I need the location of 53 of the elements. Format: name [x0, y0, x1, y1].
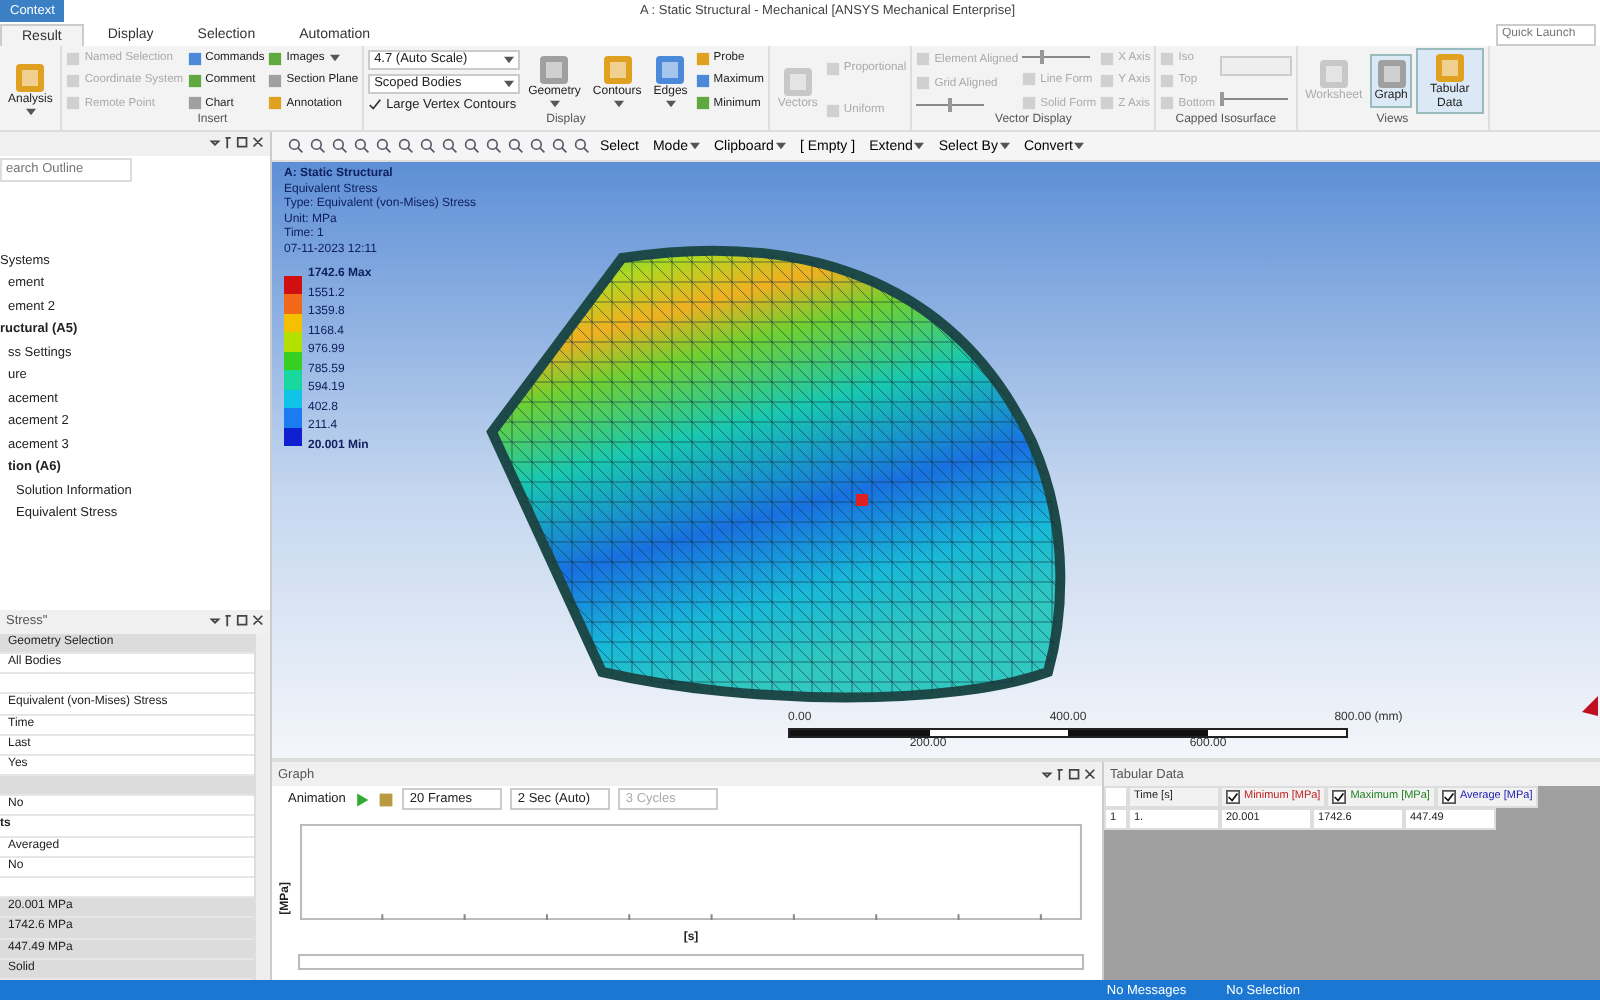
magnifier-icon[interactable]: [310, 138, 326, 154]
magnifier-icon[interactable]: [486, 138, 502, 154]
caret-icon: [999, 142, 1010, 150]
tool-icon: [1433, 52, 1466, 84]
axis-triad-icon: [1582, 696, 1598, 716]
tool-icon: [781, 66, 814, 99]
caret-icon: [504, 79, 515, 88]
tool-icon: [1317, 58, 1350, 91]
caret-icon: [613, 99, 624, 108]
magnifier-icon[interactable]: [332, 138, 348, 154]
stop-icon[interactable]: [377, 791, 394, 807]
tool-icon: [654, 54, 687, 87]
caret-icon: [666, 99, 677, 108]
caret-icon: [26, 107, 37, 116]
checkmark-icon: [368, 98, 383, 113]
tool-icon: [601, 54, 634, 87]
caret-icon: [330, 54, 341, 63]
timeline-track[interactable]: [298, 954, 1084, 970]
caret-icon: [550, 99, 561, 108]
magnifier-icon[interactable]: [288, 138, 304, 154]
magnifier-icon[interactable]: [508, 138, 524, 154]
caret-icon: [914, 142, 925, 150]
slider[interactable]: [916, 98, 985, 112]
slider[interactable]: [1022, 50, 1091, 64]
tool-icon: [538, 54, 571, 87]
magnifier-icon[interactable]: [464, 138, 480, 154]
magnifier-icon[interactable]: [530, 138, 546, 154]
checkbox[interactable]: [1332, 790, 1347, 804]
caret-icon: [504, 55, 515, 64]
slider[interactable]: [1219, 92, 1288, 107]
panel-controls-icon[interactable]: [208, 614, 264, 629]
magnifier-icon[interactable]: [376, 138, 392, 154]
panel-controls-icon[interactable]: [1040, 767, 1096, 781]
caret-icon: [689, 142, 700, 150]
panel-controls-icon[interactable]: [208, 136, 264, 151]
tool-icon: [14, 62, 47, 95]
checkbox[interactable]: [1441, 790, 1456, 804]
magnifier-icon[interactable]: [552, 138, 568, 154]
tool-icon: [825, 61, 840, 75]
tool-icon: [825, 103, 840, 117]
header-corner-cell: [1104, 786, 1128, 808]
checkbox[interactable]: [1226, 790, 1240, 804]
magnifier-icon[interactable]: [420, 138, 436, 154]
caret-icon: [1074, 142, 1085, 150]
caret-icon: [775, 142, 786, 150]
magnifier-icon[interactable]: [354, 138, 370, 154]
tool-icon: [1375, 58, 1408, 91]
play-icon[interactable]: [353, 791, 370, 807]
probe-marker: [856, 494, 868, 506]
scrollbar[interactable]: [254, 633, 270, 980]
magnifier-icon[interactable]: [574, 138, 590, 154]
magnifier-icon[interactable]: [398, 138, 414, 154]
magnifier-icon[interactable]: [442, 138, 458, 154]
